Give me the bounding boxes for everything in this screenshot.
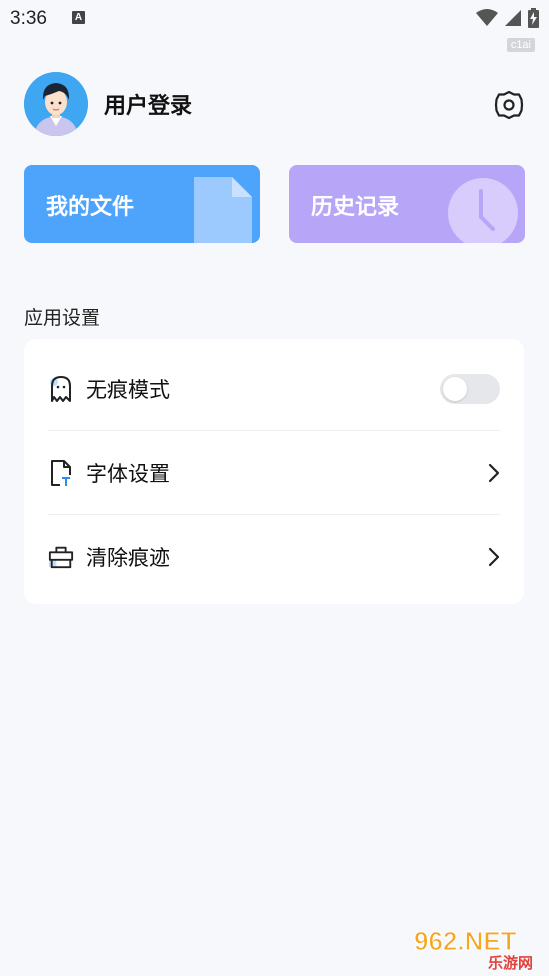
avatar[interactable]: [24, 72, 88, 136]
chevron-right-icon: [488, 463, 500, 483]
system-icons: [476, 8, 539, 28]
incognito-toggle[interactable]: [440, 374, 500, 404]
watermark-brand: 962.NET: [414, 926, 517, 956]
notification-badge: A: [72, 11, 85, 24]
history-card[interactable]: 历史记录: [289, 165, 525, 243]
profile-header[interactable]: 用户登录: [24, 72, 192, 136]
list-item-incognito[interactable]: 无痕模式: [48, 347, 500, 431]
wifi-icon: [476, 9, 498, 26]
list-item-label: 无痕模式: [86, 378, 170, 402]
file-icon: [194, 177, 252, 243]
settings-button[interactable]: [494, 90, 524, 120]
watermark-logo: 962.NET 乐游网: [410, 926, 542, 973]
toggle-knob: [443, 377, 467, 401]
status-bar: 3:36 A: [0, 0, 549, 40]
section-title: 应用设置: [24, 307, 101, 329]
list-item-clear-traces[interactable]: 清除痕迹: [48, 515, 500, 599]
history-label: 历史记录: [311, 195, 400, 220]
chevron-right-icon: [488, 547, 500, 567]
list-item-label: 字体设置: [86, 462, 170, 486]
toolbox-icon: [48, 542, 74, 572]
battery-charging-icon: [528, 8, 539, 28]
signal-icon: [505, 10, 521, 26]
gear-icon: [494, 90, 524, 120]
ghost-icon: [48, 374, 74, 404]
list-item-label: 清除痕迹: [86, 546, 170, 570]
clock-icon: [448, 178, 518, 243]
login-label[interactable]: 用户登录: [104, 88, 192, 120]
font-file-icon: [48, 458, 74, 488]
avatar-illustration: [24, 72, 88, 136]
my-files-card[interactable]: 我的文件: [24, 165, 260, 243]
watermark-sub: 乐游网: [488, 954, 533, 970]
list-item-font-settings[interactable]: 字体设置: [48, 431, 500, 515]
my-files-label: 我的文件: [46, 195, 135, 220]
status-time: 3:36: [10, 8, 47, 29]
settings-panel: 无痕模式 字体设置 清除痕迹: [24, 339, 524, 604]
watermark-text: c1ai: [506, 38, 535, 52]
